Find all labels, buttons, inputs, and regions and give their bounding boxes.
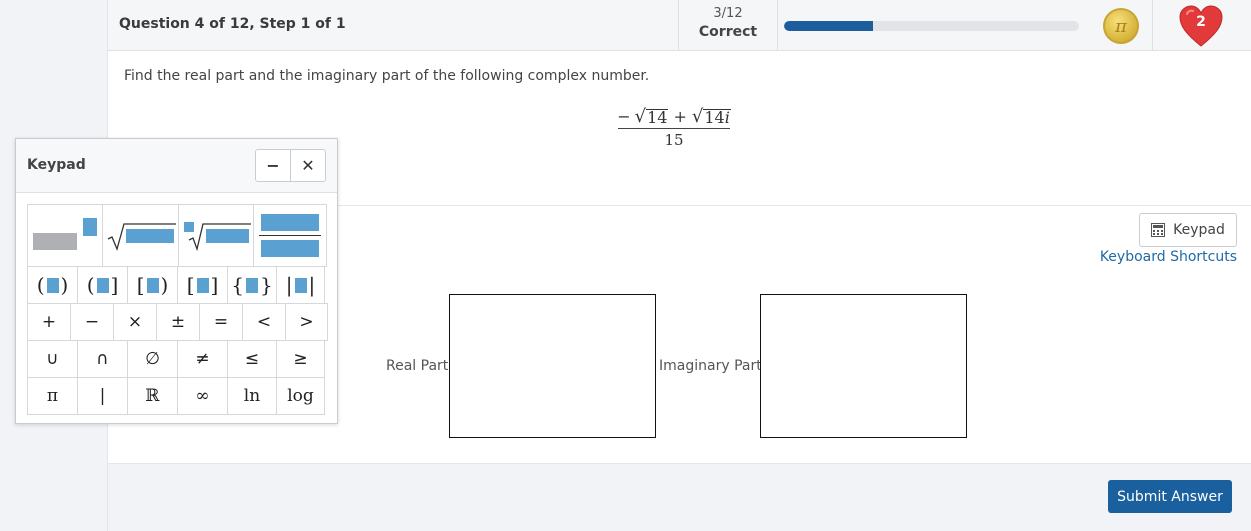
key-left-closed-right-open[interactable]: [) bbox=[127, 266, 178, 304]
calculator-icon bbox=[1151, 223, 1166, 237]
key-real-numbers[interactable]: ℝ bbox=[127, 377, 178, 415]
base-slot bbox=[33, 233, 77, 250]
key-left-open-right-closed[interactable]: (] bbox=[77, 266, 128, 304]
sqrt-icon: √ bbox=[634, 106, 647, 127]
key-square-root[interactable] bbox=[102, 204, 179, 267]
sqrt-term-2: √ 14i bbox=[692, 108, 731, 126]
fraction-numerator: − √ 14 + √ 14i bbox=[617, 107, 731, 129]
sqrt-icon bbox=[107, 222, 176, 251]
key-log[interactable]: log bbox=[276, 377, 325, 415]
sqrt-term-1: √ 14 bbox=[635, 108, 669, 126]
keypad-panel: Keypad − ✕ () (] [) [] {} | | + − ×… bbox=[15, 138, 338, 424]
exponent-slot bbox=[83, 217, 97, 236]
keypad-minimize-button[interactable]: − bbox=[255, 149, 291, 182]
key-closed-interval[interactable]: [] bbox=[177, 266, 228, 304]
plus-sign: + bbox=[673, 107, 687, 126]
header-divider bbox=[1152, 0, 1153, 50]
key-less-equal[interactable]: ≤ bbox=[227, 340, 277, 378]
key-vertical-bar[interactable]: | bbox=[77, 377, 128, 415]
score-label: Correct bbox=[698, 24, 758, 40]
keyboard-shortcuts-link[interactable]: Keyboard Shortcuts bbox=[1100, 249, 1237, 265]
key-intersection[interactable]: ∩ bbox=[77, 340, 128, 378]
denominator-slot bbox=[261, 240, 319, 257]
key-plus[interactable]: + bbox=[27, 303, 71, 341]
score-count: 3/12 bbox=[713, 6, 743, 21]
keypad-title: Keypad bbox=[27, 157, 86, 173]
score-panel: 3/12 Correct bbox=[678, 0, 778, 50]
keypad-header[interactable]: Keypad − ✕ bbox=[16, 139, 337, 193]
key-plus-minus[interactable]: ± bbox=[156, 303, 200, 341]
radicand-1: 14 bbox=[646, 108, 669, 127]
imaginary-part-input[interactable] bbox=[760, 294, 967, 438]
key-times[interactable]: × bbox=[113, 303, 157, 341]
keypad-grid: () (] [) [] {} | | + − × ± = < > ∪ ∩ ∅ ≠ ≤ ≥ π | ℝ ∞ ln l… bbox=[27, 204, 328, 415]
key-pi[interactable]: π bbox=[27, 377, 78, 415]
coin-icon[interactable]: π bbox=[1103, 8, 1139, 44]
key-less-than[interactable]: < bbox=[242, 303, 286, 341]
key-minus[interactable]: − bbox=[70, 303, 114, 341]
key-not-equal[interactable]: ≠ bbox=[177, 340, 228, 378]
imaginary-part-label: Imaginary Part: bbox=[659, 358, 767, 374]
keypad-set-row: ∪ ∩ ∅ ≠ ≤ ≥ bbox=[27, 340, 328, 378]
keypad-toggle-label: Keypad bbox=[1173, 222, 1225, 238]
fraction-denominator: 15 bbox=[664, 131, 684, 149]
real-part-input[interactable] bbox=[449, 294, 656, 438]
numerator-slot bbox=[261, 214, 319, 231]
imaginary-unit: i bbox=[724, 108, 730, 127]
key-open-interval[interactable]: () bbox=[27, 266, 78, 304]
keypad-misc-row: π | ℝ ∞ ln log bbox=[27, 377, 328, 415]
keypad-close-button[interactable]: ✕ bbox=[290, 149, 326, 182]
key-empty-set[interactable]: ∅ bbox=[127, 340, 178, 378]
key-fraction[interactable] bbox=[253, 204, 327, 267]
key-greater-than[interactable]: > bbox=[285, 303, 328, 341]
sqrt-icon: √ bbox=[691, 106, 704, 127]
nth-root-icon bbox=[184, 221, 251, 251]
question-title: Question 4 of 12, Step 1 of 1 bbox=[119, 16, 346, 32]
question-header: Question 4 of 12, Step 1 of 1 3/12 Corre… bbox=[108, 0, 1251, 51]
real-part-label: Real Part: bbox=[386, 358, 453, 374]
submit-answer-button[interactable]: Submit Answer bbox=[1108, 480, 1232, 513]
key-ln[interactable]: ln bbox=[227, 377, 277, 415]
question-prompt: Find the real part and the imaginary par… bbox=[124, 68, 650, 84]
minus-sign: − bbox=[617, 107, 631, 126]
radicand-2: 14 bbox=[704, 108, 725, 127]
key-nth-root[interactable] bbox=[178, 204, 254, 267]
keypad-template-row bbox=[27, 204, 328, 267]
lives-indicator: 2 bbox=[1178, 4, 1224, 48]
key-infinity[interactable]: ∞ bbox=[177, 377, 228, 415]
keypad-interval-row: () (] [) [] {} | | bbox=[27, 266, 328, 304]
keypad-operator-row: + − × ± = < > bbox=[27, 303, 328, 341]
progress-fill bbox=[784, 21, 873, 31]
key-exponent[interactable] bbox=[27, 204, 103, 267]
key-equals[interactable]: = bbox=[199, 303, 243, 341]
key-absolute-value[interactable]: | | bbox=[276, 266, 325, 304]
progress-bar bbox=[784, 21, 1079, 31]
key-greater-equal[interactable]: ≥ bbox=[276, 340, 325, 378]
keypad-toggle-button[interactable]: Keypad bbox=[1139, 213, 1237, 247]
key-set-braces[interactable]: {} bbox=[227, 266, 277, 304]
lives-count: 2 bbox=[1196, 14, 1206, 30]
key-union[interactable]: ∪ bbox=[27, 340, 78, 378]
complex-fraction: − √ 14 + √ 14i 15 bbox=[617, 107, 731, 149]
